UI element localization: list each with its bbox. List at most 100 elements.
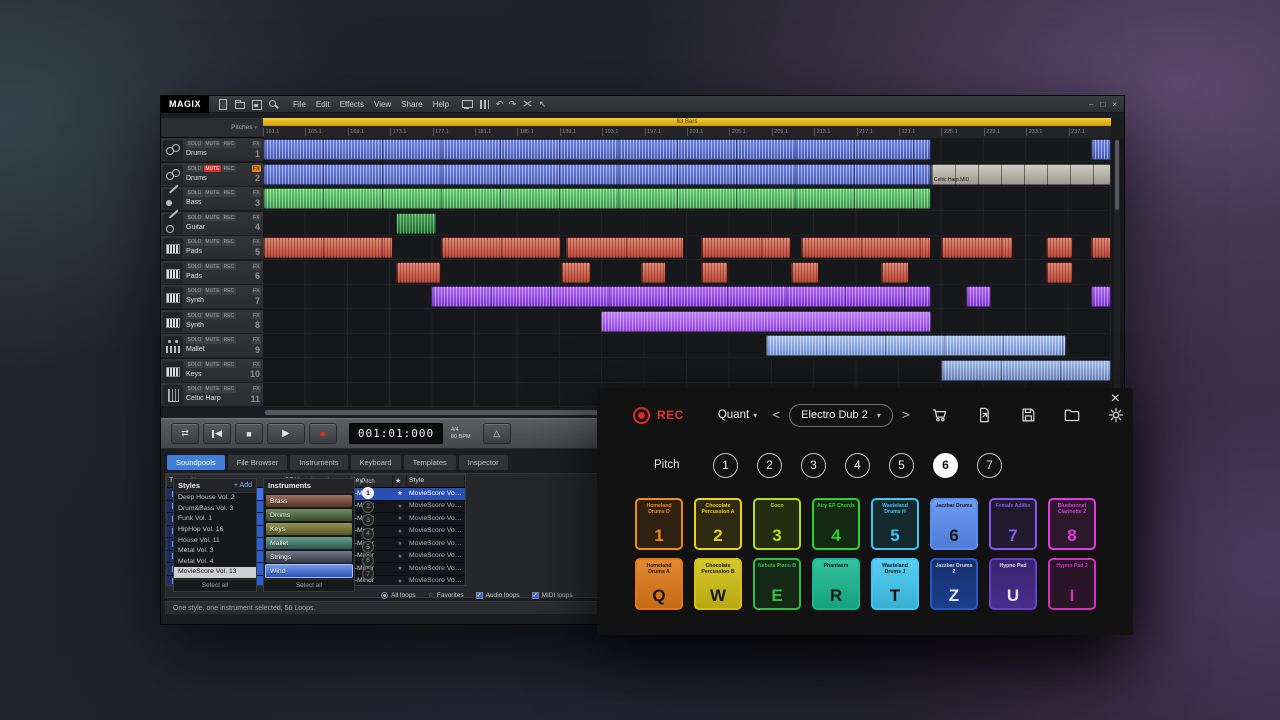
audio-clip[interactable]: [791, 262, 819, 283]
skip-start-button[interactable]: ◀: [203, 423, 231, 444]
rec-button[interactable]: REC: [222, 190, 236, 197]
audio-clip[interactable]: [966, 286, 991, 307]
pitch-button[interactable]: 7: [362, 568, 374, 580]
mute-button[interactable]: MUTE: [204, 312, 221, 319]
mute-button[interactable]: MUTE: [204, 190, 221, 197]
instrument-item[interactable]: Strings: [266, 551, 352, 563]
pitch-button[interactable]: 2: [362, 501, 374, 513]
solo-button[interactable]: SOLO: [186, 165, 203, 172]
instrument-item[interactable]: Brass: [266, 495, 352, 507]
add-style-button[interactable]: + Add: [234, 482, 252, 489]
select-all-instruments-button[interactable]: Select all: [264, 579, 354, 591]
audio-clip[interactable]: [1091, 237, 1111, 258]
record-button[interactable]: ●: [309, 423, 337, 444]
pad-5[interactable]: Wasteland Drums H5: [871, 498, 919, 550]
pitch-button[interactable]: 3: [362, 514, 374, 526]
mute-button[interactable]: MUTE: [204, 337, 221, 344]
cart-icon[interactable]: [930, 405, 950, 425]
track-lane[interactable]: [263, 285, 1111, 309]
open-folder-icon[interactable]: [233, 98, 246, 111]
rec-button[interactable]: REC: [222, 239, 236, 246]
audio-clip[interactable]: Celtic Harp.MID: [931, 164, 1111, 185]
instrument-item[interactable]: Mallet: [266, 537, 352, 549]
favorite-star-icon[interactable]: ★: [393, 501, 407, 513]
solo-button[interactable]: SOLO: [186, 214, 203, 221]
pitch-button[interactable]: 4: [362, 528, 374, 540]
track-lane[interactable]: [263, 187, 1111, 211]
solo-button[interactable]: SOLO: [186, 141, 203, 148]
audio-clip[interactable]: [701, 237, 791, 258]
filter-favorites[interactable]: ☆Favorites: [428, 592, 464, 599]
audio-clip[interactable]: [263, 188, 931, 209]
track-lane[interactable]: [263, 310, 1111, 334]
solo-button[interactable]: SOLO: [186, 312, 203, 319]
style-item[interactable]: Drum&Bass Vol. 3: [174, 504, 256, 515]
track-lane[interactable]: [263, 236, 1111, 260]
rec-button[interactable]: REC: [222, 337, 236, 344]
fx-button[interactable]: FX: [252, 214, 261, 221]
track-header[interactable]: SOLOMUTERECFXSynth8: [161, 310, 263, 334]
pad-3[interactable]: Coco3: [753, 498, 801, 550]
pitch-button-7[interactable]: 7: [977, 453, 1002, 478]
pitch-button-4[interactable]: 4: [845, 453, 870, 478]
favorite-star-icon[interactable]: ★: [393, 551, 407, 563]
solo-button[interactable]: SOLO: [186, 190, 203, 197]
track-header[interactable]: SOLOMUTERECFXPads5: [161, 236, 263, 260]
track-header[interactable]: SOLOMUTERECFXDrums2: [161, 163, 263, 187]
track-lane[interactable]: [263, 334, 1111, 358]
pad-1[interactable]: Homeland Drums D1: [635, 498, 683, 550]
folder-icon[interactable]: [1062, 405, 1082, 425]
redo-icon[interactable]: ↷: [506, 99, 519, 110]
track-header[interactable]: SOLOMUTERECFXMallet9: [161, 334, 263, 358]
prev-preset-button[interactable]: <: [772, 408, 780, 423]
pad-r[interactable]: PhantasmR: [812, 558, 860, 610]
rec-button[interactable]: REC: [222, 312, 236, 319]
pad-t[interactable]: Wasteland Drums JT: [871, 558, 919, 610]
fx-button[interactable]: FX: [252, 337, 261, 344]
pad-6[interactable]: Jazzbar Drums6: [930, 498, 978, 550]
pitch-button-6[interactable]: 6: [933, 453, 958, 478]
favorite-star-icon[interactable]: ★: [393, 488, 407, 500]
solo-button[interactable]: SOLO: [186, 386, 203, 393]
style-item[interactable]: House Vol. 11: [174, 535, 256, 546]
tab-inspector[interactable]: Inspector: [459, 455, 508, 470]
mute-button[interactable]: MUTE: [204, 361, 221, 368]
track-header[interactable]: SOLOMUTERECFXBass3: [161, 187, 263, 211]
style-item[interactable]: MovieScore Vol. 13: [174, 567, 256, 578]
stop-button[interactable]: ■: [235, 423, 263, 444]
style-item[interactable]: HipHop Vol. 16: [174, 525, 256, 536]
mute-button[interactable]: MUTE: [204, 239, 221, 246]
favorite-star-icon[interactable]: ★: [393, 538, 407, 550]
style-item[interactable]: Deep House Vol. 2: [174, 493, 256, 504]
style-item[interactable]: Metal Vol. 3: [174, 546, 256, 557]
menu-share[interactable]: Share: [396, 100, 427, 109]
track-header[interactable]: SOLOMUTERECFXSynth7: [161, 285, 263, 309]
pad-8[interactable]: Bluebonnet Clarinette 28: [1048, 498, 1096, 550]
audio-clip[interactable]: [263, 139, 931, 160]
audio-clip[interactable]: [641, 262, 666, 283]
favorite-star-icon[interactable]: ★: [393, 513, 407, 525]
audio-clip[interactable]: [396, 262, 441, 283]
pad-e[interactable]: Nebula Piano BE: [753, 558, 801, 610]
loop-button[interactable]: ⇄: [171, 423, 199, 444]
solo-button[interactable]: SOLO: [186, 288, 203, 295]
maximize-button[interactable]: □: [1100, 100, 1105, 109]
audio-clip[interactable]: [701, 262, 728, 283]
pad-w[interactable]: Chocolate Percussion BW: [694, 558, 742, 610]
preset-dropdown[interactable]: Electro Dub 2 ▾: [789, 404, 893, 427]
scissors-icon[interactable]: [521, 98, 534, 111]
fx-button[interactable]: FX: [252, 361, 261, 368]
tab-file-browser[interactable]: File Browser: [228, 455, 288, 470]
solo-button[interactable]: SOLO: [186, 361, 203, 368]
export-icon[interactable]: [974, 405, 994, 425]
favorite-star-icon[interactable]: ★: [393, 576, 407, 587]
mixer-icon[interactable]: [478, 98, 491, 111]
menu-view[interactable]: View: [369, 100, 396, 109]
audio-clip[interactable]: [441, 237, 561, 258]
instrument-item[interactable]: Keys: [266, 523, 352, 535]
audio-clip[interactable]: [431, 286, 931, 307]
rec-button[interactable]: REC: [222, 361, 236, 368]
pitch-button-1[interactable]: 1: [713, 453, 738, 478]
solo-button[interactable]: SOLO: [186, 239, 203, 246]
audio-clip[interactable]: [881, 262, 909, 283]
